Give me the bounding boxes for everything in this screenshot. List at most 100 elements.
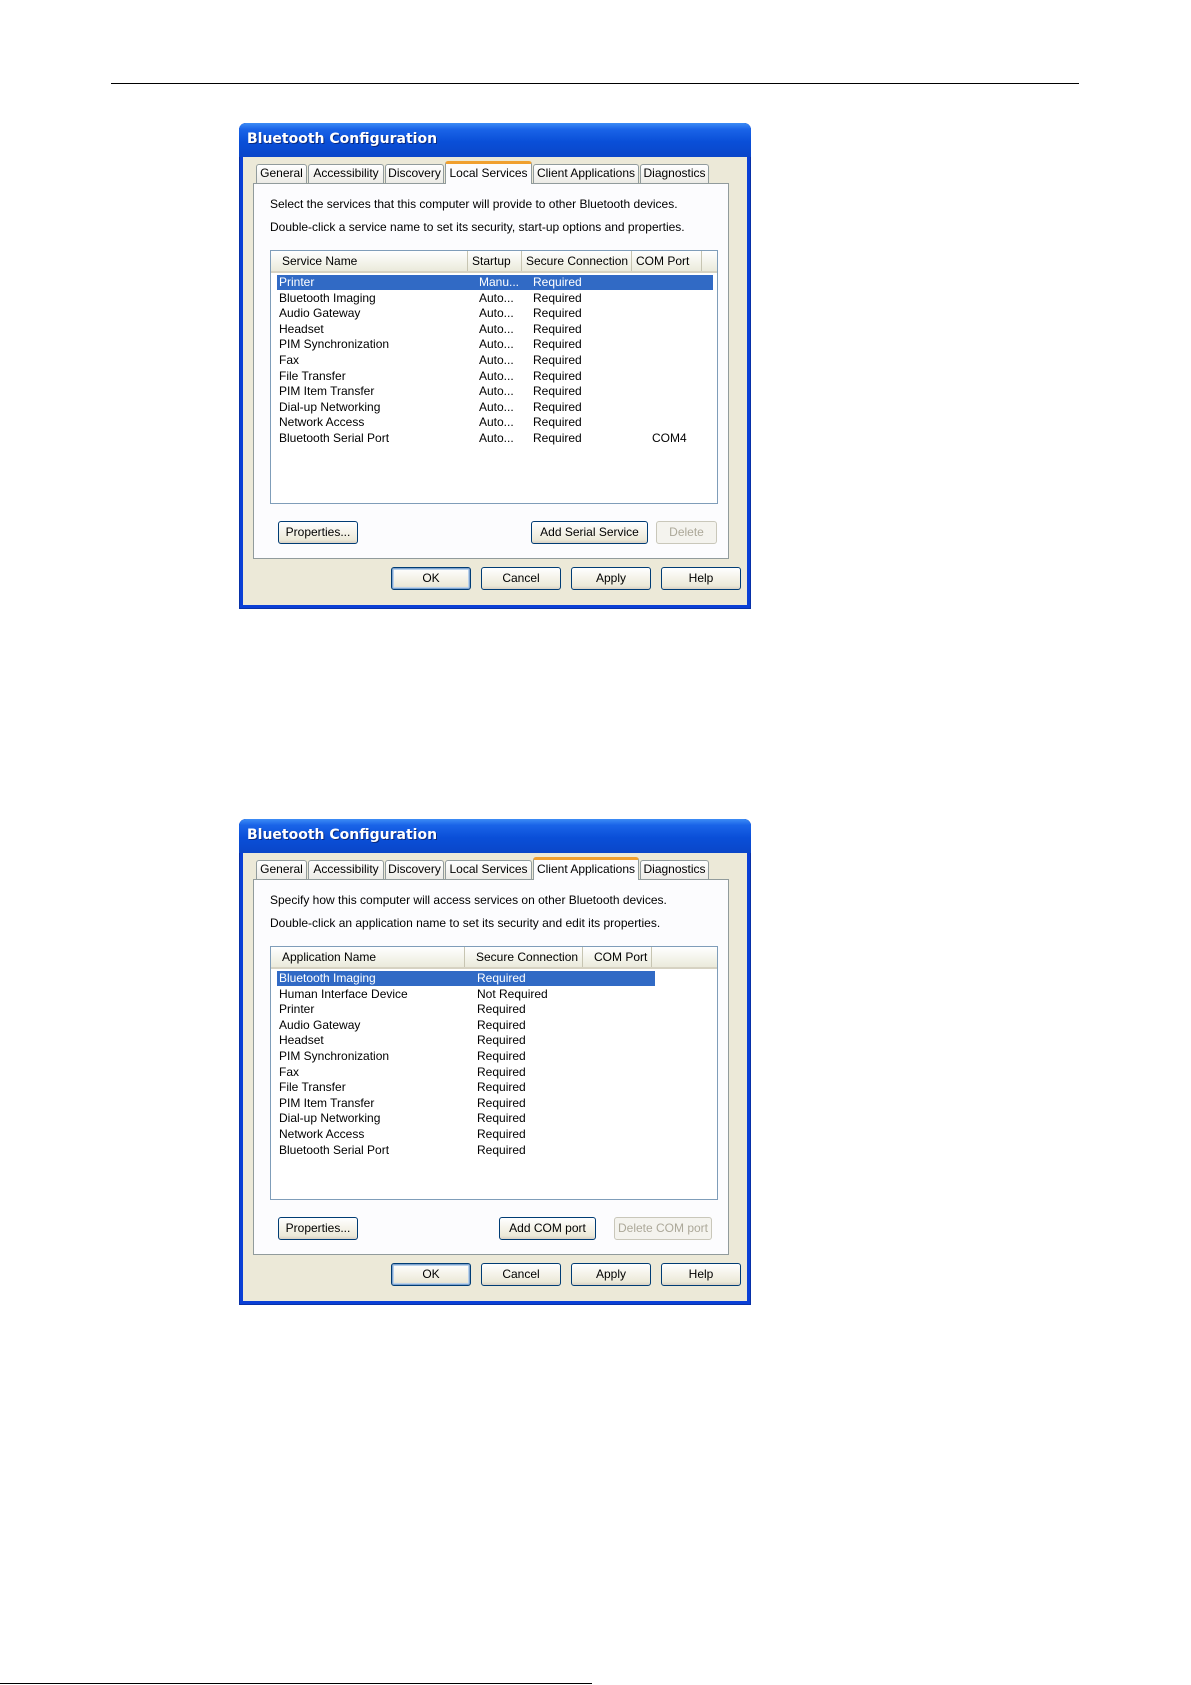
help-button[interactable]: Help — [661, 1263, 741, 1286]
title-bar[interactable]: Bluetooth Configuration — [239, 123, 751, 157]
list-cell: Printer — [279, 1002, 315, 1017]
list-row[interactable]: PIM Synchronization Required — [277, 1049, 655, 1064]
column-header-service-name[interactable]: Service Name — [271, 251, 468, 271]
delete-button[interactable]: Delete — [656, 521, 717, 544]
list-row[interactable]: Bluetooth Imaging Required — [277, 971, 655, 986]
apply-button[interactable]: Apply — [571, 567, 651, 590]
tab-diagnostics[interactable]: Diagnostics — [640, 164, 709, 183]
list-row[interactable]: Audio Gateway Required — [277, 1018, 655, 1033]
page-top-rule — [111, 83, 1079, 84]
tab-accessibility[interactable]: Accessibility — [308, 164, 384, 183]
list-row[interactable]: Printer Manu... Required — [277, 275, 713, 290]
dialog-body: General Accessibility Discovery Local Se… — [243, 157, 747, 605]
properties-button[interactable]: Properties... — [278, 1217, 358, 1240]
add-com-port-button[interactable]: Add COM port — [499, 1217, 596, 1240]
list-cell: Required — [477, 1064, 526, 1079]
list-row[interactable]: Dial-up Networking Auto... Required — [277, 400, 713, 415]
cancel-button[interactable]: Cancel — [481, 567, 561, 590]
list-row[interactable]: File Transfer Required — [277, 1080, 655, 1095]
list-row[interactable]: Headset Auto... Required — [277, 322, 713, 337]
title-bar[interactable]: Bluetooth Configuration — [239, 819, 751, 853]
list-cell: Audio Gateway — [279, 1017, 361, 1032]
list-cell: Bluetooth Imaging — [279, 971, 376, 985]
column-header-com-port[interactable]: COM Port — [583, 947, 652, 967]
tab-panel-client-applications: Specify how this computer will access se… — [253, 879, 729, 1255]
list-row[interactable]: Dial-up Networking Required — [277, 1111, 655, 1126]
cancel-button[interactable]: Cancel — [481, 1263, 561, 1286]
add-serial-service-button[interactable]: Add Serial Service — [531, 521, 648, 544]
list-cell: Auto... — [479, 337, 514, 352]
tab-discovery[interactable]: Discovery — [385, 860, 444, 879]
ok-button[interactable]: OK — [391, 1263, 471, 1286]
list-row[interactable]: File Transfer Auto... Required — [277, 369, 713, 384]
list-cell: Required — [533, 275, 582, 289]
list-cell: Auto... — [479, 431, 514, 445]
tab-diagnostics[interactable]: Diagnostics — [640, 860, 709, 879]
list-row[interactable]: Fax Auto... Required — [277, 353, 713, 368]
tab-general[interactable]: General — [256, 164, 307, 183]
tab-client-applications[interactable]: Client Applications — [533, 164, 639, 183]
list-row[interactable]: Bluetooth Serial Port Required — [277, 1143, 655, 1158]
list-cell: Required — [477, 971, 526, 985]
list-cell: Required — [477, 1049, 526, 1063]
tab-panel-local-services: Select the services that this computer w… — [253, 183, 729, 559]
tab-local-services[interactable]: Local Services — [445, 860, 532, 879]
instruction-text: Select the services that this computer w… — [270, 197, 678, 211]
list-row[interactable]: Audio Gateway Auto... Required — [277, 306, 713, 321]
list-cell: Fax — [279, 353, 300, 367]
list-cell: Required — [533, 415, 582, 430]
list-row[interactable]: PIM Synchronization Auto... Required — [277, 337, 713, 352]
list-cell: Required — [477, 1033, 526, 1048]
tab-local-services[interactable]: Local Services — [445, 161, 532, 184]
list-cell: Bluetooth Serial Port — [279, 1142, 390, 1157]
page-bottom-rule — [0, 1683, 592, 1684]
column-header-startup[interactable]: Startup — [468, 251, 522, 271]
list-row[interactable]: Printer Required — [277, 1002, 655, 1017]
list-cell: Manu... — [479, 275, 520, 289]
help-button[interactable]: Help — [661, 567, 741, 590]
list-row[interactable]: Bluetooth Serial Port Auto... Required COM4 — [277, 431, 713, 446]
list-cell: Printer — [279, 275, 315, 289]
properties-button[interactable]: Properties... — [278, 521, 358, 544]
list-cell: Required — [477, 1142, 526, 1157]
instruction-text: Double-click a service name to set its s… — [270, 220, 685, 234]
list-row[interactable]: PIM Item Transfer Auto... Required — [277, 384, 713, 399]
ok-button[interactable]: OK — [391, 567, 471, 590]
list-header: Application Name Secure Connection COM P… — [271, 947, 717, 969]
list-cell: Bluetooth Imaging — [279, 290, 376, 305]
delete-com-port-button[interactable]: Delete COM port — [614, 1217, 712, 1240]
list-cell: PIM Synchronization — [279, 337, 390, 352]
list-cell: PIM Item Transfer — [279, 1095, 375, 1110]
tab-general[interactable]: General — [256, 860, 307, 879]
list-cell: Required — [477, 1017, 526, 1032]
column-header-application-name[interactable]: Application Name — [271, 947, 465, 967]
list-row[interactable]: Headset Required — [277, 1033, 655, 1048]
list-header: Service Name Startup Secure Connection C… — [271, 251, 717, 273]
list-row[interactable]: Human Interface Device Not Required — [277, 987, 655, 1002]
apply-button[interactable]: Apply — [571, 1263, 651, 1286]
list-cell: Auto... — [479, 290, 514, 305]
list-row[interactable]: Network Access Required — [277, 1127, 655, 1142]
tab-client-applications[interactable]: Client Applications — [533, 857, 639, 880]
list-cell: Required — [477, 1080, 526, 1095]
window-title: Bluetooth Configuration — [247, 131, 438, 147]
instruction-text: Double-click an application name to set … — [270, 916, 661, 930]
list-cell: Required — [533, 431, 582, 445]
column-header-com-port[interactable]: COM Port — [632, 251, 702, 271]
list-cell: Auto... — [479, 321, 514, 336]
tab-accessibility[interactable]: Accessibility — [308, 860, 384, 879]
list-row[interactable]: Bluetooth Imaging Auto... Required — [277, 291, 713, 306]
list-row[interactable]: Network Access Auto... Required — [277, 415, 713, 430]
list-cell: Required — [533, 306, 582, 321]
services-list[interactable]: Service Name Startup Secure Connection C… — [270, 250, 718, 504]
list-row[interactable]: PIM Item Transfer Required — [277, 1096, 655, 1111]
column-header-secure-connection[interactable]: Secure Connection — [465, 947, 583, 967]
list-cell: PIM Synchronization — [279, 1049, 390, 1063]
tab-discovery[interactable]: Discovery — [385, 164, 444, 183]
applications-list[interactable]: Application Name Secure Connection COM P… — [270, 946, 718, 1200]
list-row[interactable]: Fax Required — [277, 1065, 655, 1080]
list-cell: Auto... — [479, 399, 514, 414]
list-cell: Auto... — [479, 306, 514, 321]
column-header-secure-connection[interactable]: Secure Connection — [522, 251, 632, 271]
list-cell: Dial-up Networking — [279, 1111, 381, 1126]
